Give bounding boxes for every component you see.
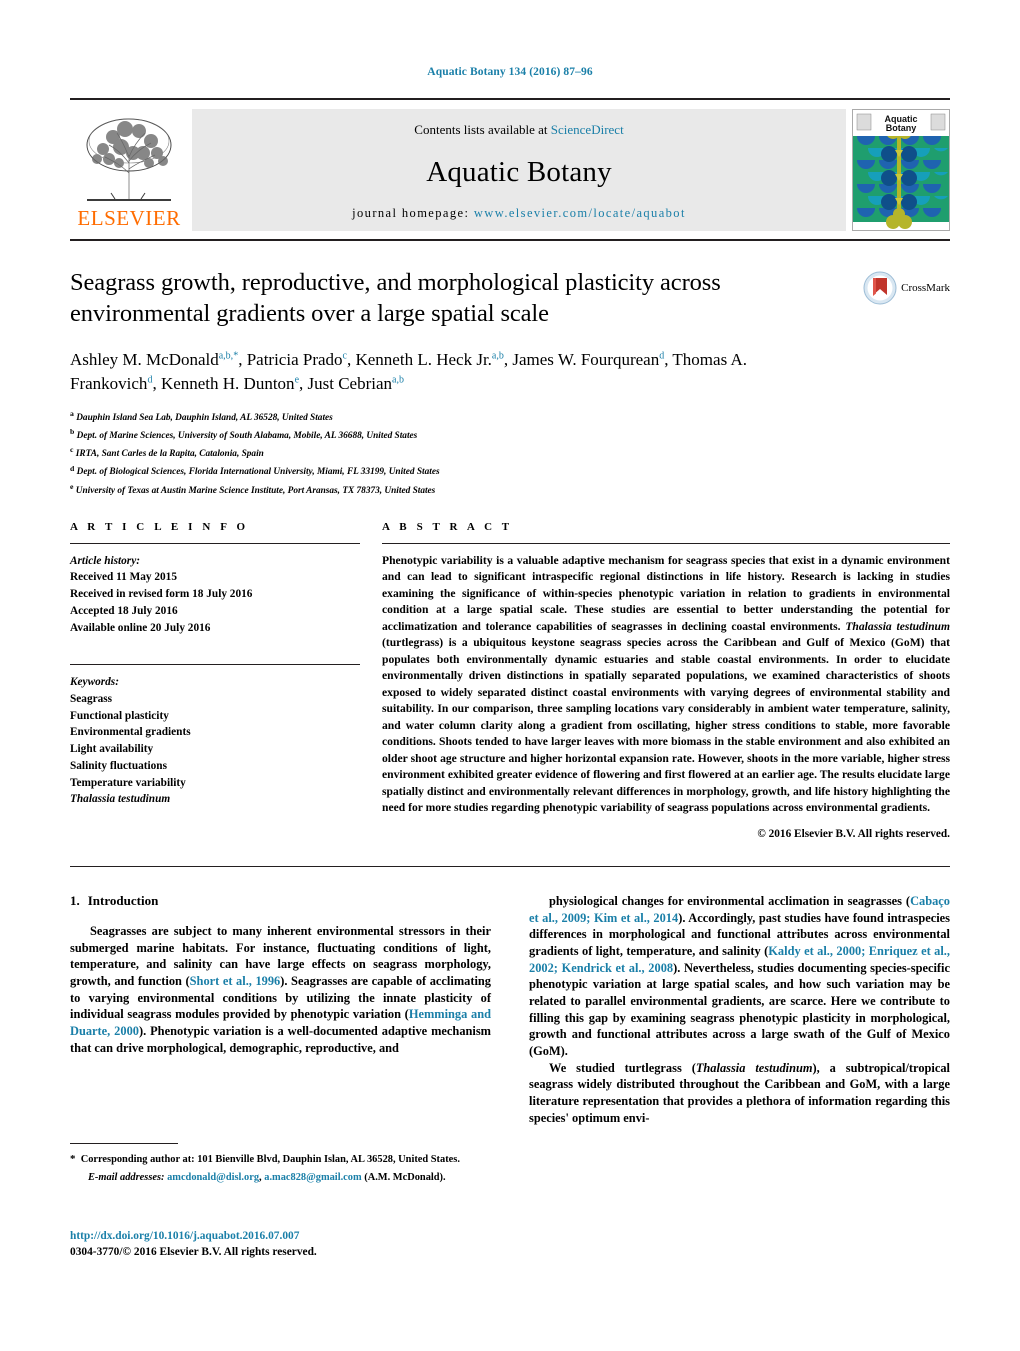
elsevier-logo: ELSEVIER <box>70 109 188 231</box>
issn-copyright: 0304-3770/© 2016 Elsevier B.V. All right… <box>70 1246 317 1259</box>
keyword-item: Thalassia testudinum <box>70 793 171 806</box>
running-head: Aquatic Botany 134 (2016) 87–96 <box>427 66 593 78</box>
history-item: Accepted 18 July 2016 <box>70 604 178 617</box>
keyword-item: Salinity fluctuations <box>70 759 167 772</box>
affiliation-item: d Dept. of Biological Sciences, Florida … <box>70 463 440 478</box>
intro-paragraph-left: Seagrasses are subject to many inherent … <box>70 923 491 1055</box>
journal-title: Aquatic Botany <box>426 155 612 188</box>
affiliation-item: b Dept. of Marine Sciences, University o… <box>70 427 418 442</box>
abstract-heading: A B S T R A C T <box>382 520 513 533</box>
keyword-item: Environmental gradients <box>70 726 191 739</box>
article-history-label: Article history: <box>70 554 140 567</box>
doi-link[interactable]: http://dx.doi.org/10.1016/j.aquabot.2016… <box>70 1228 317 1244</box>
article-info-column: A R T I C L E I N F O Article history: R… <box>70 521 382 840</box>
contents-prefix: Contents lists available at <box>414 122 551 137</box>
journal-homepage-link[interactable]: www.elsevier.com/locate/aquabot <box>474 206 686 220</box>
keywords-list: Keywords: Seagrass Functional plasticity… <box>70 674 360 808</box>
abstract-text: Phenotypic variability is a valuable ada… <box>382 553 950 815</box>
contents-line: Contents lists available at ScienceDirec… <box>414 122 623 138</box>
affiliation-text: Dauphin Island Sea Lab, Dauphin Island, … <box>76 413 333 424</box>
section-number: 1. <box>70 892 80 908</box>
keyword-item: Temperature variability <box>70 776 186 789</box>
affiliation-list: a Dauphin Island Sea Lab, Dauphin Island… <box>70 408 830 499</box>
article-info-heading: A R T I C L E I N F O <box>70 520 249 533</box>
keywords-divider <box>70 664 360 666</box>
crossmark-icon <box>863 271 897 305</box>
crossmark-label: CrossMark <box>901 282 950 294</box>
crossmark-badge[interactable]: CrossMark <box>863 271 950 305</box>
section-title: Introduction <box>87 892 159 908</box>
section-heading-introduction: 1. Introduction <box>70 893 491 909</box>
journal-masthead: ELSEVIER Contents lists available at Sci… <box>70 98 950 231</box>
corresponding-author-note: * Corresponding author at: 101 Bienville… <box>70 1153 460 1165</box>
affiliation-item: e University of Texas at Austin Marine S… <box>70 481 436 496</box>
journal-cover-thumbnail: Aquatic Botany <box>852 109 950 231</box>
keyword-item: Functional plasticity <box>70 709 169 722</box>
homepage-prefix: journal homepage: <box>352 206 474 220</box>
cover-title-line2: Botany <box>886 123 917 133</box>
info-abstract-block: A R T I C L E I N F O Article history: R… <box>70 521 950 840</box>
keywords-block: Keywords: Seagrass Functional plasticity… <box>70 664 360 808</box>
body-columns: 1. Introduction Seagrasses are subject to… <box>70 893 950 1126</box>
footnote-block: * Corresponding author at: 101 Bienville… <box>70 1143 482 1185</box>
body-column-right: physiological changes for environmental … <box>529 893 950 1126</box>
author-list: Ashley M. McDonalda,b,*, Patricia Pradoc… <box>70 349 748 394</box>
affiliation-text: University of Texas at Austin Marine Sci… <box>75 485 436 496</box>
affiliation-text: IRTA, Sant Carles de la Rapita, Cataloni… <box>75 449 264 460</box>
abstract-divider <box>382 542 950 544</box>
intro-paragraph-right-2: We studied turtlegrass (Thalassia testud… <box>529 1060 950 1125</box>
keywords-label: Keywords: <box>70 676 119 689</box>
affiliation-item: a Dauphin Island Sea Lab, Dauphin Island… <box>70 409 333 424</box>
abstract-copyright: © 2016 Elsevier B.V. All rights reserved… <box>757 827 950 840</box>
journal-cover-art: Aquatic Botany <box>853 110 949 230</box>
body-divider <box>70 865 950 867</box>
doi-block: http://dx.doi.org/10.1016/j.aquabot.2016… <box>70 1228 317 1260</box>
intro-paragraph-right-1: physiological changes for environmental … <box>529 893 951 1058</box>
history-item: Received 11 May 2015 <box>70 571 177 584</box>
elsevier-wordmark: ELSEVIER <box>77 206 181 230</box>
footnote-divider <box>70 1143 178 1144</box>
paper-page: Aquatic Botany 134 (2016) 87–96 ELSEVIER… <box>0 0 1020 1351</box>
affiliation-item: c IRTA, Sant Carles de la Rapita, Catalo… <box>70 445 264 460</box>
sciencedirect-link[interactable]: ScienceDirect <box>551 122 624 137</box>
keyword-item: Light availability <box>70 743 154 756</box>
abstract-column: A B S T R A C T Phenotypic variability i… <box>382 521 950 840</box>
journal-homepage-line: journal homepage: www.elsevier.com/locat… <box>352 206 686 221</box>
email-addresses-note: E-mail addresses: amcdonald@disl.org, a.… <box>88 1171 446 1183</box>
history-item: Received in revised form 18 July 2016 <box>70 588 253 601</box>
body-column-left: 1. Introduction Seagrasses are subject to… <box>70 893 491 1126</box>
journal-banner: Contents lists available at ScienceDirec… <box>192 109 846 231</box>
article-info-divider <box>70 542 360 544</box>
page-title: Seagrass growth, reproductive, and morph… <box>70 269 721 328</box>
affiliation-text: Dept. of Biological Sciences, Florida In… <box>76 467 440 478</box>
title-block: Seagrass growth, reproductive, and morph… <box>70 241 950 499</box>
article-history: Article history: Received 11 May 2015 Re… <box>70 553 360 637</box>
elsevier-tree-icon <box>86 118 172 201</box>
affiliation-text: Dept. of Marine Sciences, University of … <box>76 431 418 442</box>
keyword-item: Seagrass <box>70 693 113 706</box>
history-item: Available online 20 July 2016 <box>70 621 211 634</box>
